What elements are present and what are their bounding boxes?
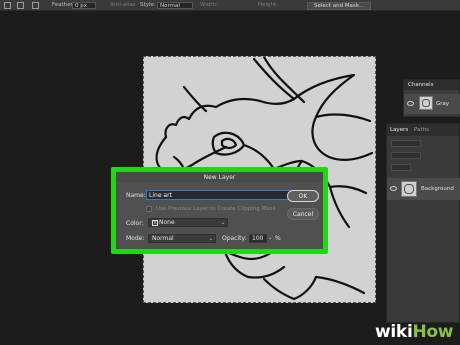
dialog-title: New Layer (116, 172, 323, 182)
layer-name: Background (421, 186, 454, 192)
subtract-selection-icon[interactable] (32, 2, 39, 9)
opacity-label: Opacity: (222, 235, 247, 242)
select-and-mask-button[interactable]: Select and Mask... (307, 1, 372, 10)
mode-label: Mode: (126, 235, 145, 242)
new-selection-icon[interactable] (4, 2, 11, 9)
clipping-mask-label: Use Previous Layer to Create Clipping Ma… (156, 206, 276, 212)
style-label: Style: (140, 2, 156, 8)
layers-panel: Layers Paths Background (386, 123, 460, 323)
width-label: Width: (200, 2, 218, 8)
no-color-icon: × (152, 220, 158, 226)
blend-mode-select[interactable] (391, 152, 421, 159)
new-layer-dialog: New Layer Name: Line art Use Previous La… (116, 172, 323, 249)
channel-row-gray[interactable]: Gray (404, 94, 460, 114)
watermark-prefix: wiki (375, 322, 413, 342)
color-value: None (159, 219, 175, 226)
opacity-unit: % (275, 235, 281, 242)
name-label: Name: (126, 192, 146, 199)
color-label: Color: (126, 220, 144, 227)
feather-input[interactable]: 0 px (72, 2, 96, 9)
watermark-suffix: How (412, 322, 454, 342)
style-select[interactable]: Normal (157, 2, 193, 9)
visibility-eye-icon[interactable] (407, 101, 414, 106)
clipping-mask-checkbox[interactable] (146, 206, 152, 212)
lock-controls[interactable] (391, 164, 411, 171)
options-bar: Feather: 0 px Anti-alias Style: Normal W… (0, 0, 460, 11)
channel-thumbnail (419, 96, 433, 110)
tab-paths[interactable]: Paths (414, 127, 429, 133)
mode-value: Normal (152, 235, 174, 242)
layer-thumbnail (401, 181, 417, 197)
channels-tab[interactable]: Channels (404, 80, 459, 90)
opacity-input[interactable]: 100 (249, 234, 267, 243)
layer-name-input[interactable]: Line art (146, 190, 299, 200)
cancel-button[interactable]: Cancel (287, 208, 319, 220)
tab-layers[interactable]: Layers (390, 127, 408, 133)
chevron-down-icon: ⌄ (208, 236, 213, 242)
height-label: Height: (258, 2, 279, 8)
layer-visibility-eye-icon[interactable] (390, 186, 397, 191)
anti-alias-checkbox[interactable]: Anti-alias (110, 2, 136, 9)
layers-tabbar: Layers Paths (387, 124, 459, 136)
channels-panel: Channels Gray (403, 79, 460, 117)
ok-button[interactable]: OK (287, 190, 319, 202)
mode-select[interactable]: Normal ⌄ (148, 234, 216, 243)
color-select[interactable]: × None ⌄ (148, 218, 228, 227)
add-selection-icon[interactable] (17, 2, 24, 9)
wikihow-watermark: wikiHow (375, 322, 453, 342)
channel-name: Gray (436, 101, 450, 107)
chevron-down-icon: ⌄ (220, 220, 225, 226)
layer-filter-select[interactable] (391, 140, 421, 147)
layer-row-background[interactable]: Background (387, 178, 460, 200)
opacity-dropdown-icon[interactable]: ⌄ (268, 235, 272, 241)
